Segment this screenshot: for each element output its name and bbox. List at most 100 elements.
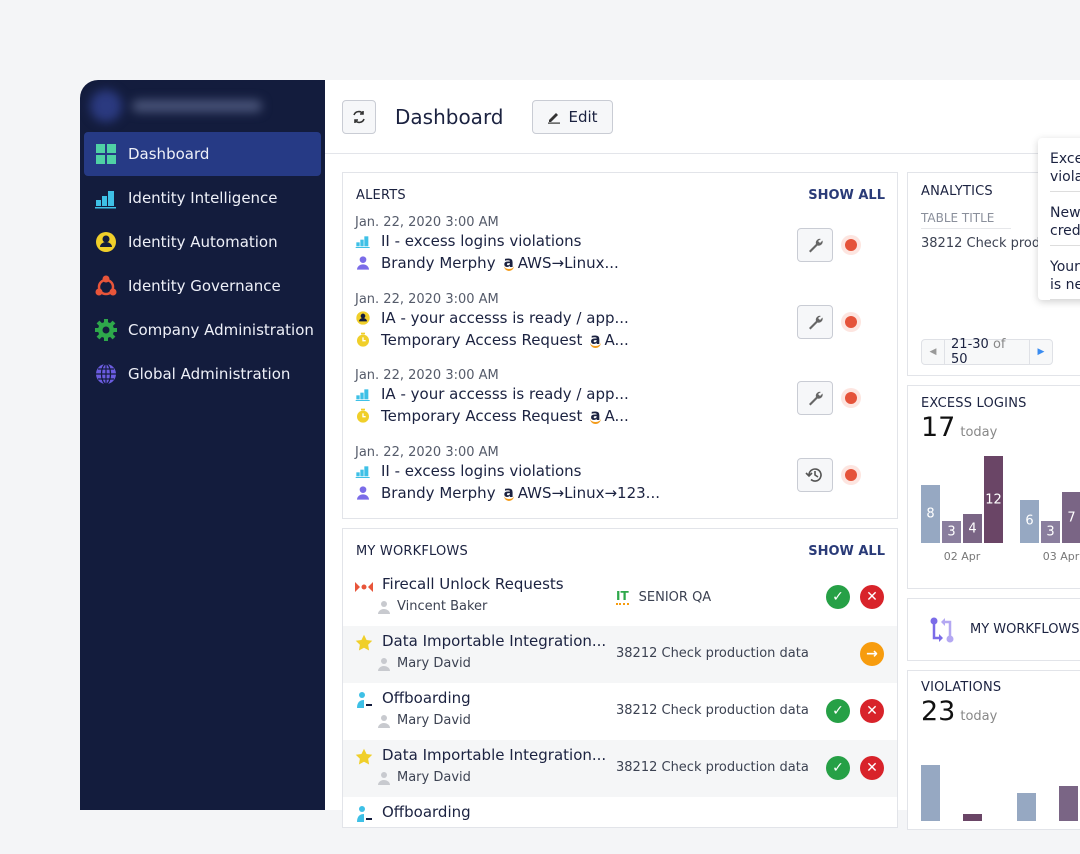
prev-page-button[interactable]: ◀ — [922, 340, 946, 364]
unread-dot — [845, 315, 857, 328]
offboard-icon — [357, 692, 372, 708]
approve-button[interactable]: ✓ — [826, 585, 850, 609]
violations-stat: 23 today — [921, 696, 997, 727]
bar-chart-icon — [355, 236, 370, 248]
user-icon — [378, 714, 390, 728]
workflow-user: Vincent Baker — [397, 599, 488, 614]
notification-popover: Exce violaNew credYour is ne — [1038, 138, 1080, 300]
user-icon — [357, 485, 369, 500]
alert-action-button[interactable] — [797, 381, 833, 415]
chart-bar — [1059, 786, 1078, 821]
workflow-item[interactable]: Offboarding — [343, 797, 897, 854]
next-page-button[interactable]: ▶ — [1028, 340, 1052, 364]
network-icon — [95, 275, 117, 296]
chart-bar — [921, 765, 940, 821]
sidebar-item-label: Dashboard — [128, 145, 210, 163]
edit-label: Edit — [568, 107, 598, 126]
star-icon — [355, 634, 373, 651]
bar-chart-icon — [95, 191, 116, 209]
refresh-icon — [353, 110, 365, 123]
workflow-item[interactable]: Data Importable Integration... Mary Davi… — [343, 626, 897, 683]
reject-button[interactable]: ✕ — [860, 756, 884, 780]
alert-item[interactable]: Jan. 22, 2020 3:00 AM II - excess logins… — [355, 445, 885, 521]
alert-item[interactable]: Jan. 22, 2020 3:00 AM IA - your accesss … — [355, 292, 885, 368]
my-workflows-card[interactable]: MY WORKFLOWS — [907, 598, 1080, 661]
workflow-item[interactable]: Firecall Unlock Requests Vincent Baker I… — [343, 569, 897, 626]
pager-label: 21-30 of 50 — [945, 337, 1029, 367]
star-icon — [355, 748, 373, 765]
wrench-icon — [809, 391, 823, 406]
notification-item[interactable]: Your is ne — [1050, 246, 1080, 300]
header: Dashboard Edit — [325, 80, 1080, 154]
violations-count: 23 — [921, 696, 956, 727]
chart-bar: 3 — [942, 521, 961, 543]
excess-logins-count: 17 — [921, 412, 956, 443]
excess-logins-chart: 8 3 4 12 02 Apr 6 3 7 03 Apr — [921, 456, 1080, 563]
chart-bar — [963, 814, 982, 821]
history-icon — [805, 467, 822, 482]
workflow-item[interactable]: Data Importable Integration... Mary Davi… — [343, 740, 897, 797]
refresh-button[interactable] — [342, 99, 376, 134]
proceed-button[interactable]: → — [860, 642, 884, 666]
alert-action-button[interactable] — [797, 457, 833, 492]
reject-button[interactable]: ✕ — [860, 699, 884, 723]
today-label: today — [960, 709, 998, 724]
amazon-icon: a — [590, 406, 601, 424]
alert-target: AWS→Linux... — [517, 254, 619, 272]
approve-button[interactable]: ✓ — [826, 756, 850, 780]
user-icon — [378, 600, 390, 614]
alerts-show-all-link[interactable]: SHOW ALL — [808, 188, 885, 203]
violations-chart — [921, 755, 1080, 821]
sidebar-item-identity-automation[interactable]: Identity Automation — [84, 220, 321, 264]
bar-value-label: 4 — [968, 521, 977, 536]
notification-item[interactable]: New cred — [1050, 192, 1080, 246]
alert-action-button[interactable] — [797, 228, 833, 262]
close-icon: ✕ — [866, 589, 878, 605]
bar-value-label: 6 — [1025, 513, 1034, 529]
sidebar-item-company-administration[interactable]: Company Administration — [84, 308, 321, 352]
workflow-user: Mary David — [397, 656, 471, 671]
bar-value-label: 8 — [926, 506, 935, 522]
reject-button[interactable]: ✕ — [860, 585, 884, 609]
workflows-show-all-link[interactable]: SHOW ALL — [808, 544, 885, 559]
alert-title: IA - your accesss is ready / app... — [381, 385, 629, 403]
workflow-title: Data Importable Integration... — [382, 632, 607, 650]
sidebar-item-dashboard[interactable]: Dashboard — [84, 132, 321, 176]
grid-icon — [96, 144, 116, 164]
unread-dot — [845, 468, 857, 481]
amazon-icon: a — [503, 482, 514, 501]
alert-item[interactable]: Jan. 22, 2020 3:00 AM II - excess logins… — [355, 215, 885, 291]
sidebar-item-identity-intelligence[interactable]: Identity Intelligence — [84, 176, 321, 220]
chart-bar: 8 — [921, 485, 940, 543]
user-circle-icon — [96, 232, 116, 252]
chart-bar: 3 — [1041, 521, 1060, 543]
workflow-detail: SENIOR QA — [638, 589, 712, 605]
it-badge-icon: IT — [616, 589, 629, 605]
alert-item[interactable]: Jan. 22, 2020 3:00 AM IA - your accesss … — [355, 368, 885, 444]
analytics-title: ANALYTICS — [921, 184, 993, 199]
check-icon: ✓ — [832, 703, 844, 719]
firecall-icon — [355, 582, 373, 592]
alert-title: IA - your accesss is ready / app... — [381, 308, 629, 327]
bar-value-label: 7 — [1067, 510, 1076, 526]
workflow-user: Mary David — [397, 770, 471, 785]
user-circle-icon — [356, 310, 370, 325]
notification-item[interactable]: Exce viola — [1050, 138, 1080, 192]
workflow-item[interactable]: Offboarding Mary David 38212 Check produ… — [343, 683, 897, 740]
chart-bar: 7 — [1062, 492, 1080, 543]
x-tick-label: 03 Apr — [1042, 550, 1080, 563]
pencil-icon — [547, 112, 560, 124]
alert-subject: Brandy Merphy — [381, 483, 496, 502]
user-icon — [378, 771, 390, 785]
sidebar-item-global-administration[interactable]: Global Administration — [84, 352, 321, 396]
edit-button[interactable]: Edit — [531, 99, 613, 134]
workflows-title: MY WORKFLOWS — [356, 544, 468, 559]
alerts-panel: ALERTS SHOW ALL Jan. 22, 2020 3:00 AM II… — [342, 172, 898, 519]
bar-chart-icon — [355, 465, 370, 478]
sidebar-item-label: Global Administration — [128, 365, 291, 383]
wrench-icon — [809, 238, 823, 253]
workflow-title: Offboarding — [382, 689, 471, 707]
approve-button[interactable]: ✓ — [826, 699, 850, 723]
sidebar-item-identity-governance[interactable]: Identity Governance — [84, 264, 321, 308]
alert-action-button[interactable] — [797, 304, 833, 339]
